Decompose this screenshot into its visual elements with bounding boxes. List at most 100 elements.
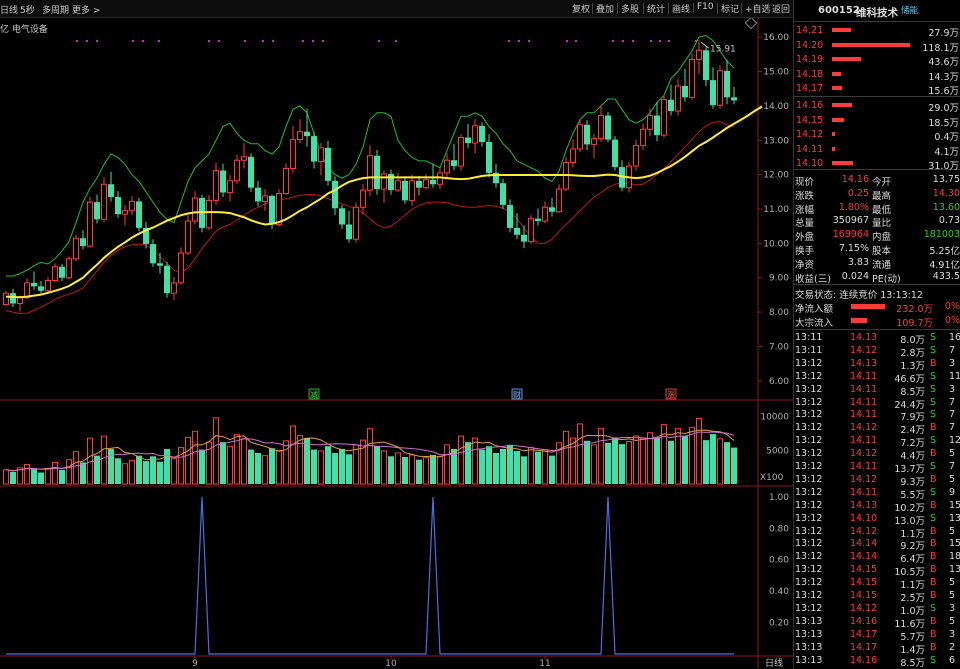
bid-row[interactable]: 14.12 0.4万 (794, 128, 960, 143)
tick-row: 13:13 14.16 11.6万 B 5 (794, 615, 960, 630)
volume-bar (577, 423, 583, 485)
price-level: 14.16 (796, 100, 824, 111)
depth-bar (832, 161, 854, 166)
signal-dot (575, 40, 577, 42)
volume-bar (640, 437, 646, 485)
tick-count: 7 (949, 409, 956, 421)
tick-count: 5 (949, 577, 956, 589)
volume-bar (3, 469, 9, 485)
order-volume: 118.1万 (922, 42, 959, 54)
tick-side: B (930, 615, 937, 627)
order-volume: 4.1万 (934, 146, 959, 158)
event-marker-label: 涨 (667, 390, 675, 400)
toolbar-item[interactable]: 日线 (0, 3, 18, 16)
volume-bar (59, 469, 65, 484)
flow-pct: 0% (944, 301, 960, 312)
candle-body (241, 156, 247, 161)
concept-tag[interactable]: 储能 (901, 4, 918, 16)
tick-count: 16 (949, 332, 960, 343)
toolbar-item[interactable]: 更多 > (72, 3, 100, 16)
volume-bar (234, 434, 240, 485)
toolbar-button[interactable]: F10 (695, 2, 716, 12)
candle-body (108, 184, 114, 197)
stat-value: 14.16 (841, 174, 869, 185)
candle-body (423, 179, 429, 189)
volume-bar (444, 444, 450, 485)
candle-body (710, 80, 716, 106)
volume-bar (493, 452, 499, 484)
toolbar-button[interactable]: 标记 (719, 2, 741, 15)
candle-body (80, 238, 86, 247)
depth-bar (832, 71, 842, 76)
toolbar-button[interactable]: 多股 (619, 2, 641, 15)
toolbar-button[interactable]: 复权 (570, 2, 592, 15)
stat-row: 总量 350967 量比 0.73 (794, 214, 960, 229)
ask-row[interactable]: 14.18 14.3万 (794, 68, 960, 83)
volume-bar (150, 456, 156, 484)
toolbar-button[interactable]: 返回 (770, 2, 792, 15)
volume-bar (472, 437, 478, 485)
volume-bar (80, 462, 86, 484)
trade-status: 交易状态: 连续竞价 13:13:12 (794, 286, 960, 301)
tick-price: 14.11 (850, 383, 878, 395)
tick-side: S (930, 602, 937, 614)
volume-bar (66, 459, 72, 485)
stock-header[interactable]: 600152 维科技术 储能 (794, 4, 960, 19)
tick-price: 14.15 (850, 590, 878, 601)
volume-bar (612, 437, 618, 484)
candle-body (696, 49, 702, 61)
bid-row[interactable]: 14.10 31.0万 (794, 157, 960, 172)
indicator-axis-label: 0.20 (769, 619, 789, 629)
tick-side: S (930, 654, 937, 666)
toolbar-button[interactable]: 画线 (670, 2, 692, 15)
tick-price: 14.14 (850, 538, 878, 550)
toolbar-button[interactable]: 统计 (645, 2, 667, 15)
toolbar-item[interactable]: 5秒 (20, 3, 35, 16)
volume-bar (220, 442, 226, 484)
tick-time: 13:13 (795, 628, 823, 640)
toolbar-item[interactable]: 多周期 (42, 3, 69, 16)
volume-bar (38, 472, 44, 484)
tick-time: 13:12 (795, 486, 823, 498)
stat-row: 收益(三) 0.024 PE(动) 433.5 (794, 270, 960, 285)
tick-row: 13:12 14.11 8.5万 S 3 (794, 383, 960, 398)
candle-body (514, 227, 520, 235)
volume-bar (584, 440, 590, 484)
tick-time: 13:12 (795, 512, 823, 524)
tick-count: 9 (949, 486, 956, 498)
signal-dot (518, 40, 520, 42)
candle-body (724, 70, 730, 98)
candle-body (717, 70, 723, 106)
toolbar-button[interactable]: 叠加 (594, 2, 616, 15)
bid-row[interactable]: 14.11 4.1万 (794, 143, 960, 158)
volume-bar (731, 447, 737, 484)
candle-body (87, 201, 93, 247)
candle-body (486, 141, 492, 173)
stat-value: 350967 (832, 215, 869, 227)
ask-row[interactable]: 14.17 15.6万 (794, 82, 960, 97)
ask-row[interactable]: 14.19 43.6万 (794, 53, 960, 68)
volume-bar (388, 456, 394, 484)
volume-bar (535, 451, 541, 484)
stock-code: 600152 (818, 5, 860, 16)
candle-body (10, 293, 16, 304)
tick-price: 14.13 (850, 357, 878, 369)
price-level: 14.17 (796, 83, 824, 95)
candle-body (38, 286, 44, 291)
tick-row: 13:12 14.11 24.4万 S 7 (794, 396, 960, 411)
toolbar-separator (717, 3, 718, 14)
tick-side: B (930, 564, 937, 576)
kline-chart[interactable]: 亿 电气设备 16.00 15.00 14.00 13.00 12.00 11.00 10.0… (0, 0, 793, 668)
stat-label: PE(动) (872, 273, 901, 285)
bid-row[interactable]: 14.16 29.0万 (794, 99, 960, 114)
candle-body (171, 282, 177, 294)
tick-count: 5 (949, 590, 956, 601)
ask-row[interactable]: 14.20 118.1万 (794, 39, 960, 54)
candle-body (416, 180, 422, 188)
bid-row[interactable]: 14.15 18.5万 (794, 114, 960, 129)
candle-body (122, 210, 128, 215)
ask-row[interactable]: 14.21 27.9万 (794, 24, 960, 39)
signal-dot (395, 40, 397, 42)
tick-count: 5 (949, 525, 956, 537)
price-level: 14.12 (796, 129, 824, 141)
